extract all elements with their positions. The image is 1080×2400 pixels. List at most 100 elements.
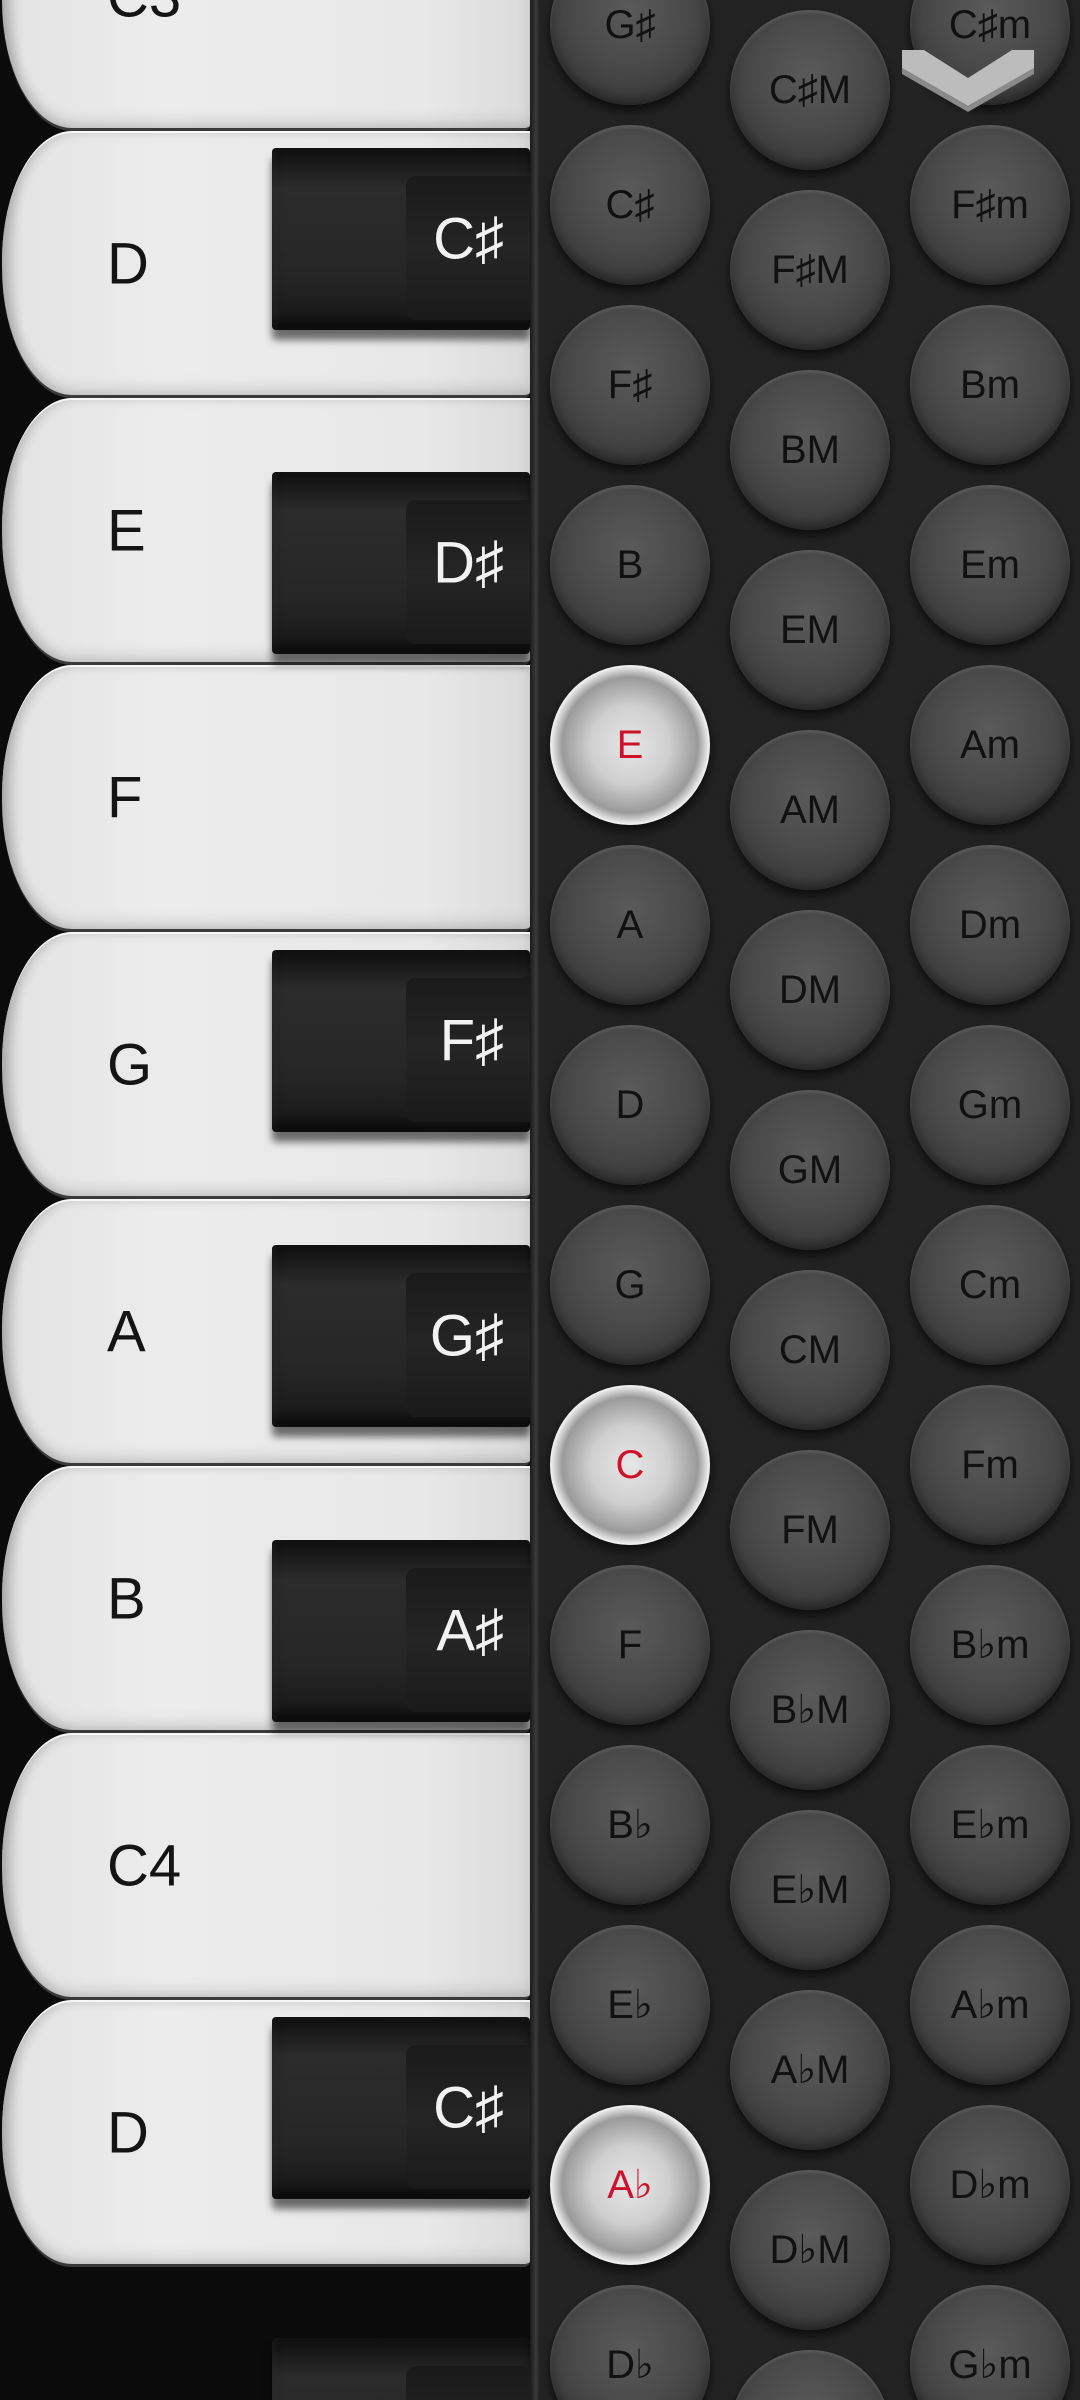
white-key[interactable]: C4 (2, 1733, 530, 2000)
major-chords-button[interactable]: AM (730, 730, 890, 890)
minor-chords-button[interactable]: Cm (910, 1205, 1070, 1365)
minor-chords-button[interactable]: Gm (910, 1025, 1070, 1185)
minor-chords-button[interactable]: Dm (910, 845, 1070, 1005)
white-key-label: C3 (107, 0, 181, 31)
major-chords-button[interactable]: B♭M (730, 1630, 890, 1790)
white-key-label: D (107, 2100, 149, 2166)
white-key[interactable]: C3 (2, 0, 530, 131)
major-chords-button[interactable]: GM (730, 1090, 890, 1250)
minor-chords-button[interactable]: A♭m (910, 1925, 1070, 2085)
minor-chords-label: C♯m (948, 2, 1032, 47)
minor-chords-label: D♭m (949, 2163, 1031, 2207)
black-key[interactable]: C♯ (272, 148, 530, 330)
minor-chords-button[interactable]: B♭m (910, 1565, 1070, 1725)
minor-chords-button[interactable]: D♭m (910, 2105, 1070, 2265)
major-chords-label: AM (780, 787, 840, 832)
major-chords-button[interactable]: CM (730, 1270, 890, 1430)
white-key-label: D (107, 231, 149, 297)
minor-chords-label: Cm (958, 1262, 1022, 1307)
black-key[interactable]: A♯ (272, 1540, 530, 1722)
major-chords-button[interactable] (730, 2350, 890, 2400)
bass-notes-label: C (615, 1442, 645, 1487)
minor-chords-label: G♭m (948, 2343, 1032, 2387)
minor-chords-label: Bm (960, 362, 1020, 407)
major-chords-button[interactable]: E♭M (730, 1810, 890, 1970)
bass-notes-button[interactable]: E (550, 665, 710, 825)
major-chords-label: D♭M (769, 2228, 851, 2272)
bass-notes-label: A (616, 902, 644, 947)
minor-chords-button[interactable]: Em (910, 485, 1070, 645)
major-chords-button[interactable]: C♯M (730, 10, 890, 170)
minor-chords-button[interactable]: Am (910, 665, 1070, 825)
bass-notes-button[interactable]: C (550, 1385, 710, 1545)
bass-button-panel: G♯ C♯ F♯ B E A D G C F B♭ E♭ A♭ D♭ C♯M F♯M BM EM AM DM GM CM F… (540, 0, 1080, 2400)
white-key-label: C4 (107, 1833, 182, 1899)
major-chords-button[interactable]: BM (730, 370, 890, 530)
accordion-app: C3 D E F G A B C4 D C♯ D♯ F♯ G♯ A♯ C♯ G♯ C♯ F♯ B E A D G C F B♭ E… (0, 0, 1080, 2400)
bass-notes-label: B♭ (607, 1803, 653, 1847)
white-key-label: F (107, 765, 143, 831)
major-chords-label: FM (781, 1507, 839, 1552)
major-chords-label: EM (780, 607, 840, 652)
minor-chords-button[interactable]: F♯m (910, 125, 1070, 285)
major-chords-label: BM (780, 427, 840, 472)
bass-notes-button[interactable]: F♯ (550, 305, 710, 465)
major-chords-button[interactable]: D♭M (730, 2170, 890, 2330)
bass-notes-button[interactable]: B (550, 485, 710, 645)
bass-notes-button[interactable]: D (550, 1025, 710, 1185)
bass-notes-label: D♭ (606, 2343, 654, 2387)
bass-notes-button[interactable]: A (550, 845, 710, 1005)
collapse-button[interactable] (900, 44, 1036, 114)
black-key[interactable] (272, 2338, 530, 2400)
bass-notes-label: F♯ (607, 362, 653, 407)
major-chords-button[interactable]: F♯M (730, 190, 890, 350)
bass-notes-button[interactable]: E♭ (550, 1925, 710, 2085)
minor-chords-button[interactable]: E♭m (910, 1745, 1070, 1905)
black-key[interactable]: G♯ (272, 1245, 530, 1427)
minor-chords-button[interactable]: G♭m (910, 2285, 1070, 2400)
white-key-label: G (107, 1032, 153, 1098)
minor-chords-label: Fm (961, 1442, 1019, 1487)
bass-notes-button[interactable]: C♯ (550, 125, 710, 285)
bass-notes-label: G (614, 1262, 646, 1307)
bass-notes-button[interactable]: D♭ (550, 2285, 710, 2400)
black-key[interactable]: C♯ (272, 2017, 530, 2199)
bass-notes-label: F (617, 1622, 643, 1667)
major-chords-button[interactable]: EM (730, 550, 890, 710)
major-chords-label: DM (778, 967, 842, 1012)
piano-keyboard: C3 D E F G A B C4 D C♯ D♯ F♯ G♯ A♯ C♯ (0, 0, 540, 2400)
major-chords-label: GM (777, 1147, 843, 1192)
bass-notes-button[interactable]: G♯ (550, 0, 710, 105)
white-key-label: E (107, 498, 146, 564)
major-chords-label: CM (778, 1327, 842, 1372)
bass-notes-label: A♭ (607, 2163, 653, 2207)
minor-chords-label: Em (960, 542, 1020, 587)
bass-notes-label: E♭ (607, 1983, 653, 2027)
black-key[interactable]: F♯ (272, 950, 530, 1132)
white-key[interactable]: F (2, 665, 530, 932)
minor-chords-label: A♭m (950, 1983, 1030, 2027)
bass-notes-button[interactable]: F (550, 1565, 710, 1725)
bass-notes-button[interactable]: B♭ (550, 1745, 710, 1905)
minor-chords-label: E♭m (950, 1803, 1030, 1847)
major-chords-label: B♭M (770, 1688, 850, 1732)
major-chords-button[interactable]: A♭M (730, 1990, 890, 2150)
black-key-face (406, 2366, 530, 2400)
minor-chords-label: Gm (957, 1082, 1023, 1127)
bass-notes-button[interactable]: A♭ (550, 2105, 710, 2265)
bass-notes-label: E (616, 722, 644, 767)
major-chords-label: F♯M (771, 247, 849, 292)
black-key-label: D♯ (433, 530, 504, 596)
major-chords-button[interactable]: FM (730, 1450, 890, 1610)
minor-chords-label: Dm (958, 902, 1022, 947)
black-key-label: G♯ (429, 1303, 504, 1369)
white-key-label: B (107, 1566, 146, 1632)
black-key-label: A♯ (436, 1598, 504, 1664)
minor-chords-button[interactable]: Bm (910, 305, 1070, 465)
major-chords-button[interactable]: DM (730, 910, 890, 1070)
bass-notes-button[interactable]: G (550, 1205, 710, 1365)
major-chords-label: A♭M (770, 2048, 850, 2092)
black-key-label: C♯ (433, 2075, 504, 2141)
black-key[interactable]: D♯ (272, 472, 530, 654)
minor-chords-button[interactable]: Fm (910, 1385, 1070, 1545)
